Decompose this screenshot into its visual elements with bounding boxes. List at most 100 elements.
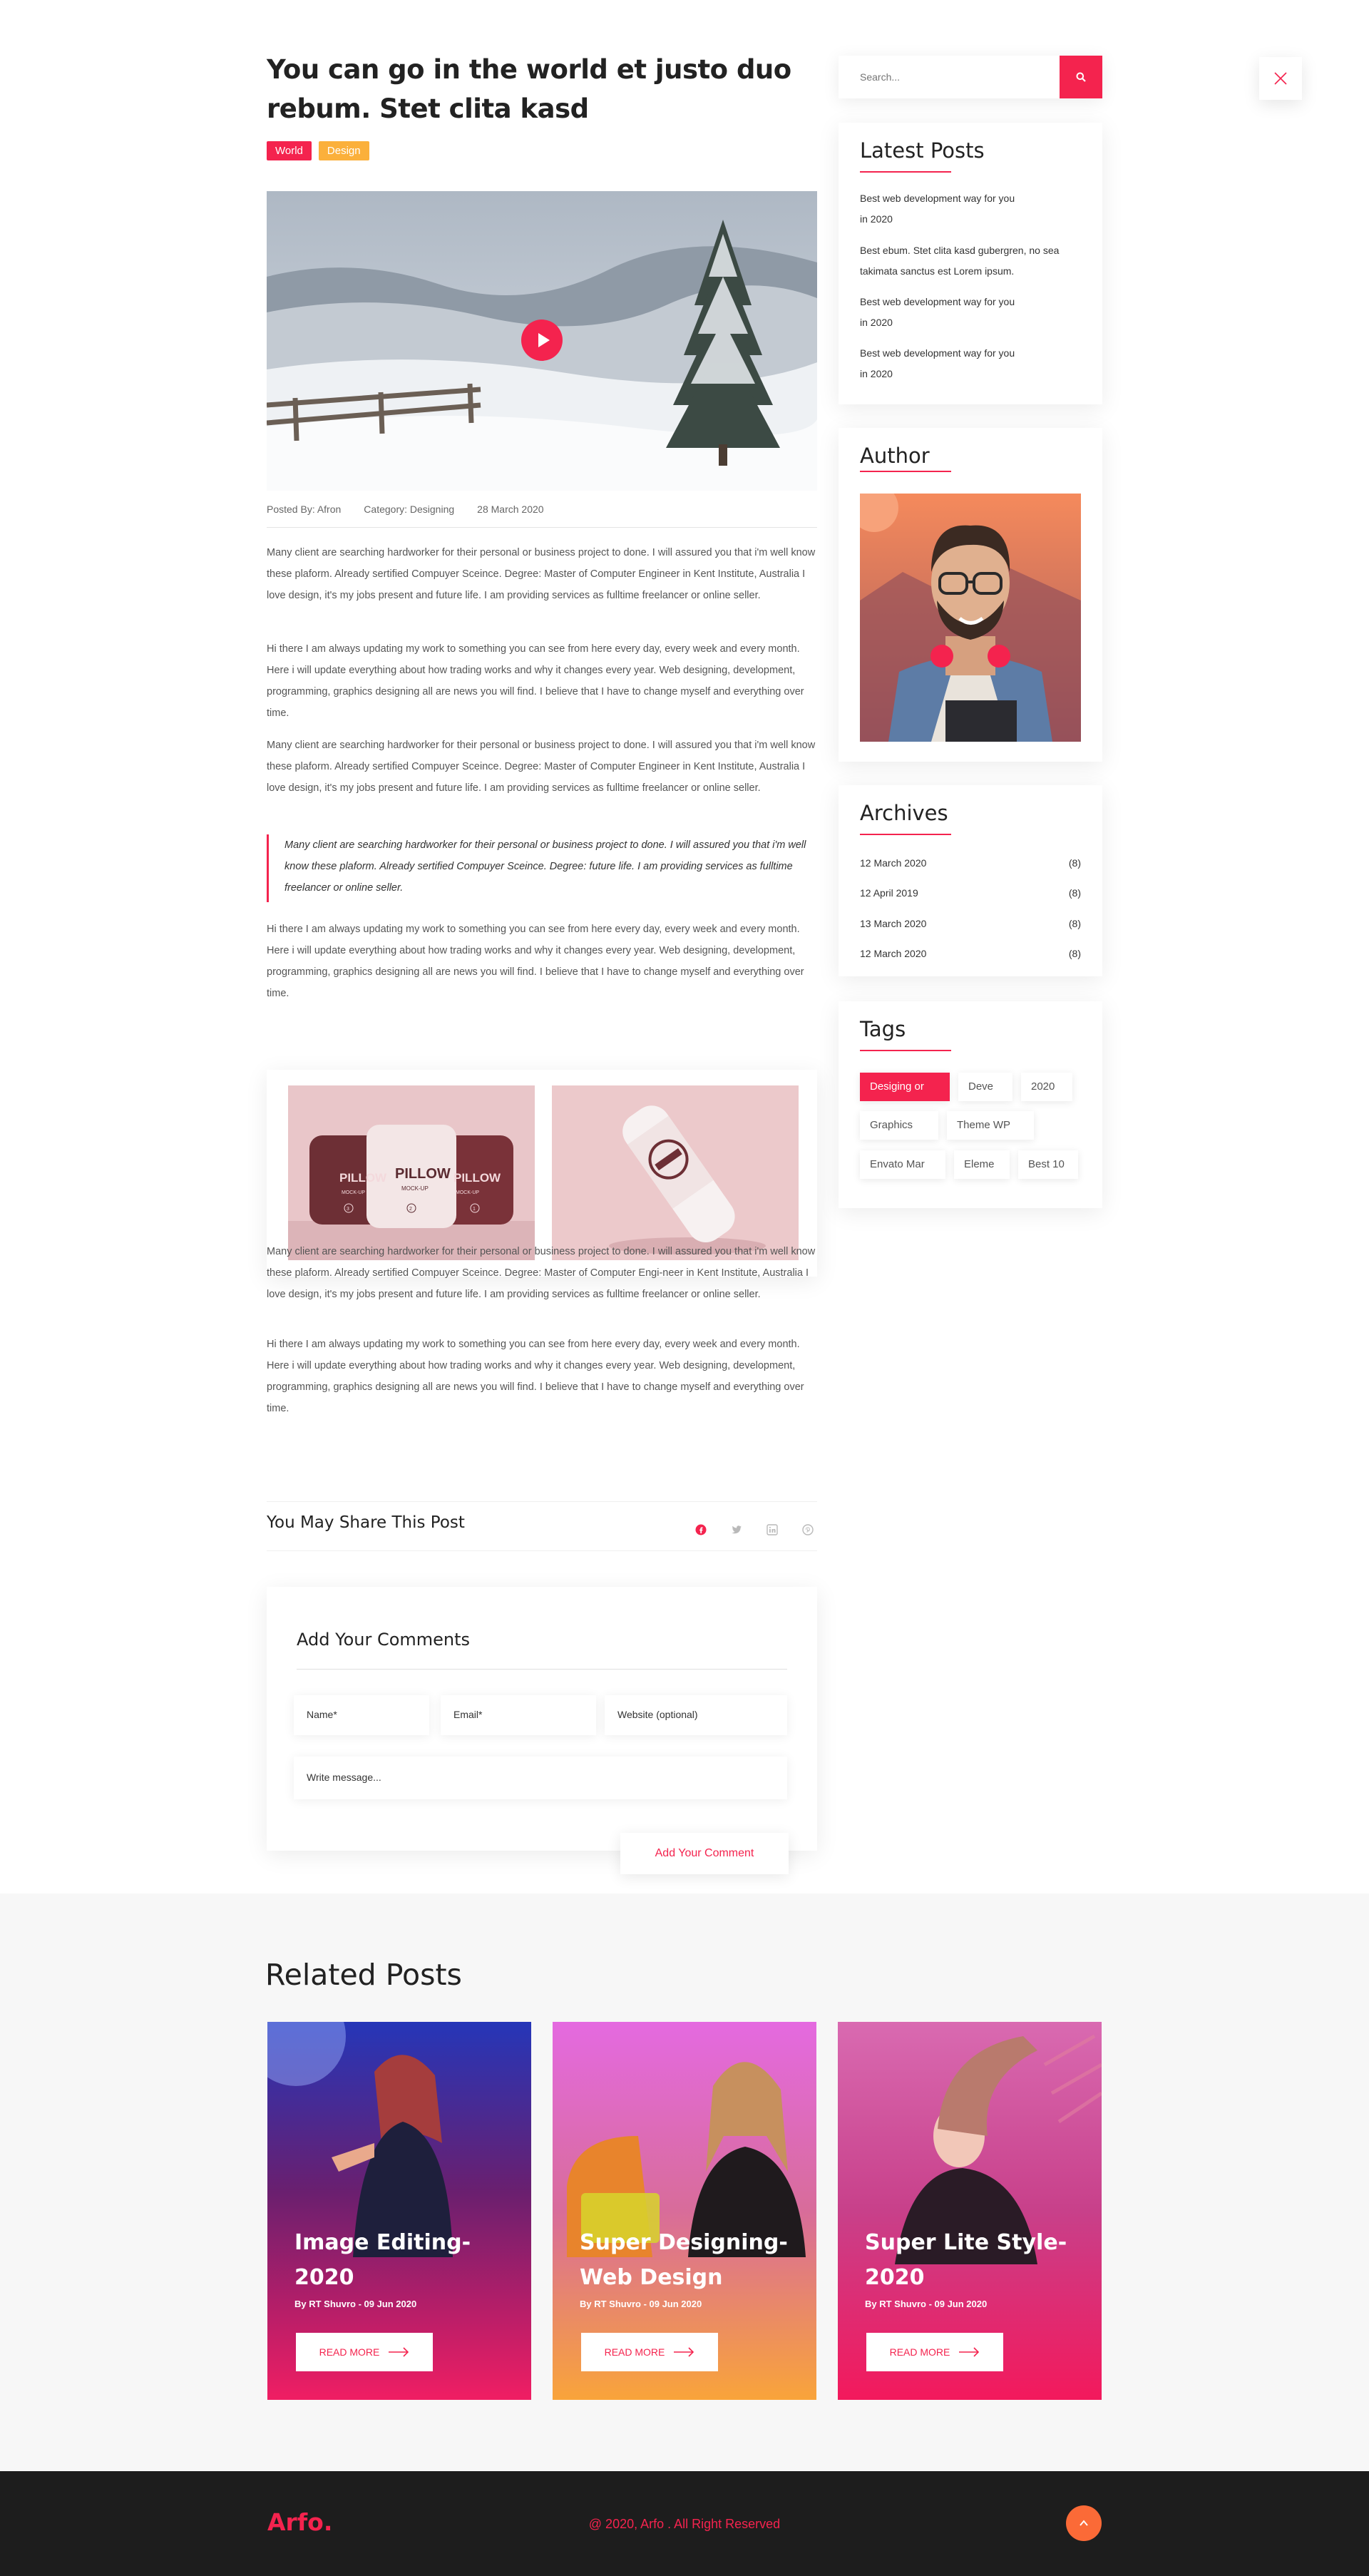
tag-item[interactable]: Eleme — [954, 1150, 1010, 1179]
tag-item[interactable]: Desiging or — [860, 1073, 950, 1101]
copyright-text: @ 2020, Arfo . All Right Reserved — [588, 2517, 781, 2531]
read-more-button[interactable]: READ MORE — [581, 2333, 718, 2371]
linkedin-icon[interactable] — [763, 1520, 781, 1539]
widget-title: Latest Posts — [860, 138, 985, 163]
facebook-icon[interactable] — [692, 1520, 710, 1539]
related-card-meta: By RT Shuvro - 09 Jun 2020 — [580, 2299, 702, 2309]
tag-item[interactable]: 2020 — [1021, 1073, 1072, 1101]
search-icon — [1076, 72, 1086, 82]
post-paragraph: Many client are searching hardworker for… — [267, 1246, 816, 1300]
post-main: You can go in the world et justo duo reb… — [267, 50, 817, 1874]
search-input[interactable] — [860, 56, 1060, 98]
share-bar: You May Share This Post — [267, 1501, 817, 1551]
related-card-title: Image Editing- 2020 — [294, 2230, 471, 2290]
category-badge[interactable]: World — [267, 141, 312, 160]
pillow-badge: 2 — [409, 1207, 412, 1212]
post-paragraph: Hi there I am always updating my work to… — [267, 924, 804, 999]
latest-post-item[interactable]: Best web development way for you in 2020 — [860, 188, 1088, 230]
pinterest-icon[interactable] — [799, 1520, 817, 1539]
archive-item[interactable]: 13 March 2020 (8) — [860, 918, 1081, 929]
arrow-right-icon — [389, 2347, 409, 2357]
pillow-label: PILLOW — [395, 1166, 451, 1182]
widget-title: Archives — [860, 801, 948, 825]
pillow-label: PILLOW — [339, 1171, 387, 1185]
author-photo — [860, 494, 1081, 742]
widget-underline — [860, 471, 951, 472]
post-categories: World Design — [267, 141, 817, 160]
back-to-top-button[interactable] — [1066, 2505, 1102, 2541]
category-badge[interactable]: Design — [318, 141, 369, 160]
widget-underline — [860, 834, 951, 835]
play-video-button[interactable] — [521, 320, 563, 361]
post-title: You can go in the world et justo duo reb… — [267, 54, 791, 124]
close-button[interactable] — [1259, 57, 1302, 100]
tag-item[interactable]: Envato Mar — [860, 1150, 945, 1179]
arrow-right-icon — [674, 2347, 694, 2357]
post-paragraph: Many client are searching hardworker for… — [267, 740, 816, 794]
tags-widget: Tags Desiging or Deve 2020 Graphics Them… — [839, 1001, 1102, 1208]
widget-title: Author — [860, 444, 930, 468]
related-card-title: Super Lite Style- 2020 — [865, 2230, 1067, 2290]
comments-title: Add Your Comments — [297, 1630, 471, 1650]
comments-form: Add Your Comments Name* Email* Website (… — [267, 1587, 817, 1874]
pillow-badge: 3 — [347, 1207, 349, 1212]
tag-item[interactable]: Best 10 — [1018, 1150, 1078, 1179]
read-more-button[interactable]: READ MORE — [296, 2333, 433, 2371]
tag-item[interactable]: Theme WP — [947, 1111, 1034, 1140]
pillow-label: PILLOW — [453, 1171, 501, 1185]
pillow-sublabel: MOCK-UP — [401, 1185, 429, 1192]
tag-item[interactable]: Graphics — [860, 1111, 938, 1140]
related-card[interactable]: Super Lite Style- 2020 By RT Shuvro - 09 … — [838, 2022, 1102, 2400]
latest-post-item[interactable]: Best web development way for you in 2020 — [860, 343, 1088, 384]
bottle-mockup-image — [552, 1085, 799, 1260]
tag-item[interactable]: Deve — [958, 1073, 1012, 1101]
close-icon — [1274, 72, 1287, 85]
widget-underline — [860, 171, 951, 173]
post-date: 28 March 2020 — [477, 504, 544, 515]
archives-widget: Archives 12 March 2020 (8) 12 April 2019(… — [839, 785, 1102, 976]
archive-item[interactable]: 12 March 2020 (8) — [860, 948, 1081, 959]
post-paragraph: Hi there I am always updating my work to… — [267, 643, 804, 719]
post-paragraph: Many client are searching hardworker for… — [267, 547, 816, 601]
related-card-meta: By RT Shuvro - 09 Jun 2020 — [294, 2299, 417, 2309]
play-icon — [538, 333, 550, 347]
message-field[interactable]: Write message... — [294, 1757, 787, 1799]
twitter-icon[interactable] — [727, 1520, 746, 1539]
post-meta: Posted By: Afron Category: Designing 28 … — [267, 504, 817, 528]
read-more-button[interactable]: READ MORE — [866, 2333, 1003, 2371]
share-title: You May Share This Post — [267, 1513, 465, 1532]
post-blockquote: Many client are searching hardworker for… — [267, 834, 817, 902]
author-widget: Author — [839, 428, 1102, 762]
related-card[interactable]: Super Designing- Web Design By RT Shuvro … — [553, 2022, 816, 2400]
latest-posts-widget: Latest Posts Best web development way fo… — [839, 123, 1102, 404]
pillow-badge: 1 — [473, 1207, 476, 1212]
share-icons — [692, 1520, 817, 1539]
comments-divider — [297, 1669, 787, 1670]
search-box — [839, 56, 1102, 98]
pillow-sublabel: MOCK-UP — [342, 1190, 365, 1195]
related-card-title: Super Designing- Web Design — [580, 2230, 788, 2290]
arrow-right-icon — [959, 2347, 980, 2357]
pillow-sublabel: MOCK-UP — [456, 1190, 479, 1195]
related-card[interactable]: Image Editing- 2020 By RT Shuvro - 09 Jun… — [267, 2022, 531, 2400]
post-category: Category: Designing — [364, 504, 455, 515]
post-hero-video — [267, 191, 817, 491]
name-field[interactable]: Name* — [294, 1695, 429, 1735]
related-card-meta: By RT Shuvro - 09 Jun 2020 — [865, 2299, 988, 2309]
search-button[interactable] — [1060, 56, 1102, 98]
email-field[interactable]: Email* — [441, 1695, 596, 1735]
related-title: Related Posts — [265, 1958, 462, 1992]
post-paragraph: Hi there I am always updating my work to… — [267, 1339, 804, 1414]
post-author: Posted By: Afron — [267, 504, 342, 515]
widget-underline — [860, 1050, 951, 1051]
widget-title: Tags — [860, 1017, 906, 1041]
archive-item[interactable]: 12 March 2020 (8) — [860, 857, 1081, 869]
submit-comment-button[interactable]: Add Your Comment — [620, 1833, 789, 1874]
arrow-up-icon — [1080, 2520, 1088, 2526]
footer: Arfo. @ 2020, Arfo . All Right Reserved — [0, 2471, 1369, 2576]
archive-item[interactable]: 12 April 2019 (8) — [860, 887, 1081, 899]
latest-post-item[interactable]: Best web development way for you in 2020 — [860, 292, 1088, 333]
pillow-mockup-image: PILLOW MOCK-UP PILLOW MOCK-UP PILLOW MOC… — [288, 1085, 535, 1260]
latest-post-item[interactable]: Best ebum. Stet clita kasd gubergren, no… — [860, 240, 1088, 282]
website-field[interactable]: Website (optional) — [605, 1695, 787, 1735]
